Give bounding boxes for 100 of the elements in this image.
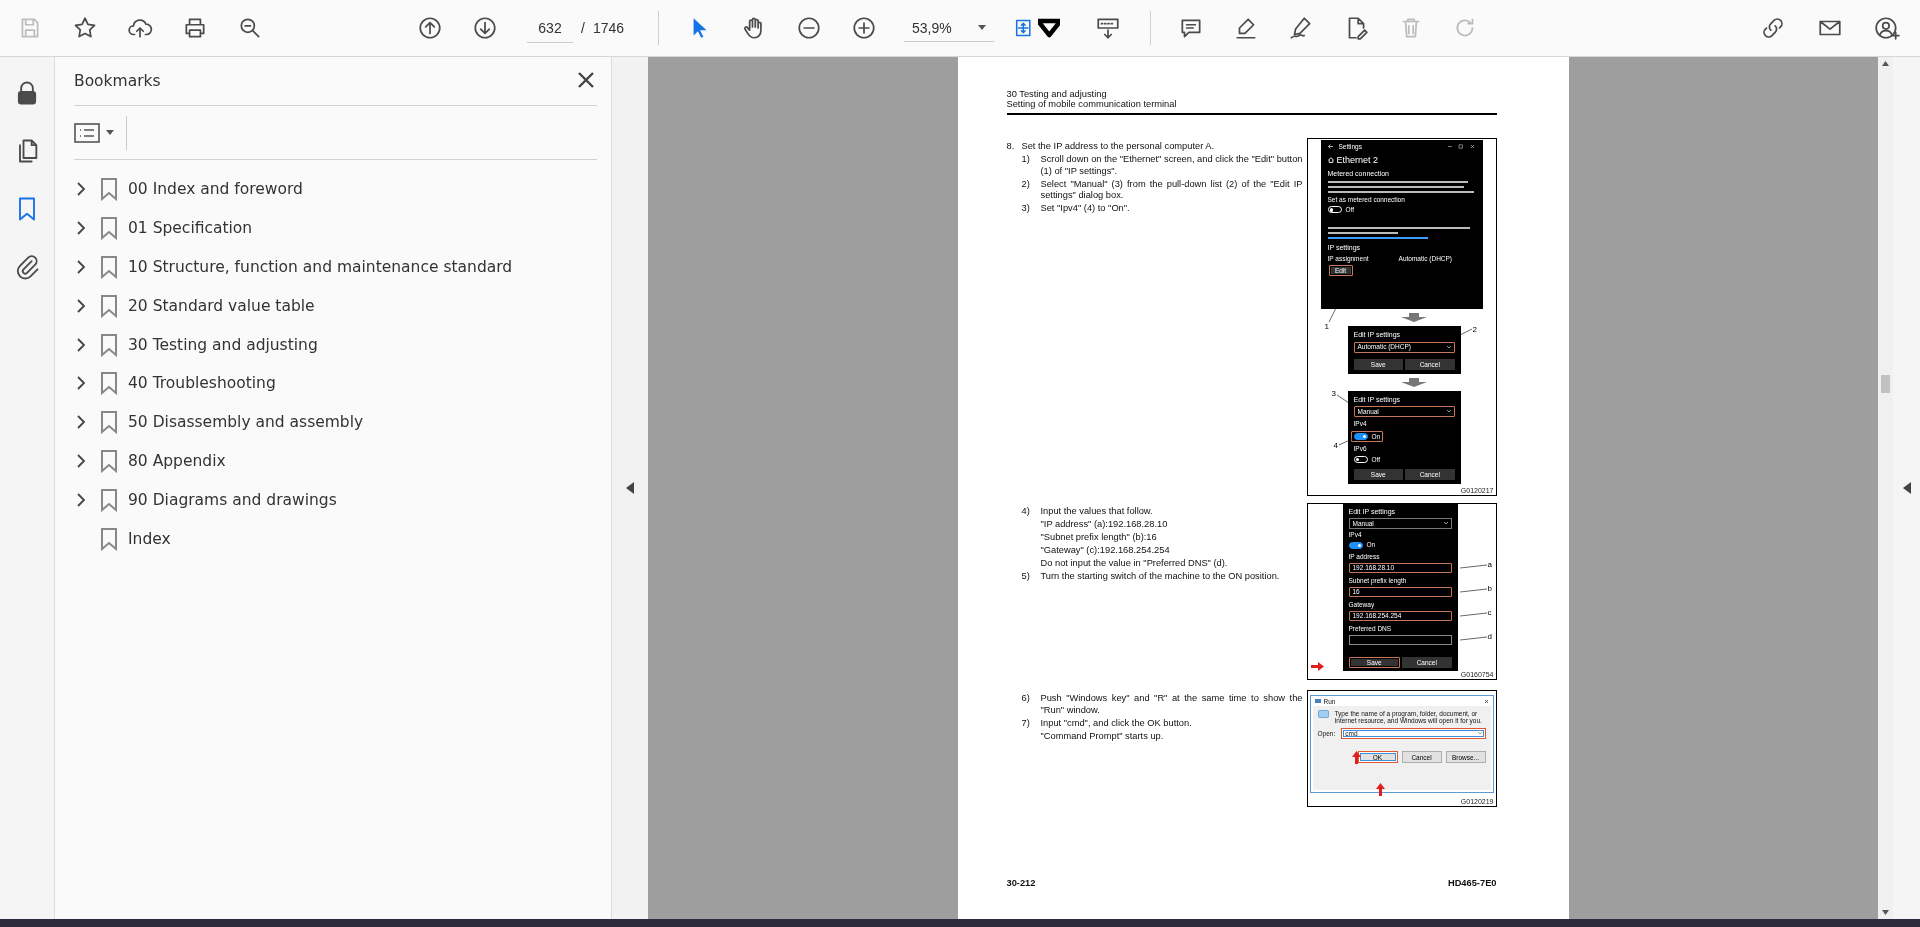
page-number: 30-212	[1006, 877, 1036, 889]
instruction-text: "Command Prompt" starts up.	[1039, 730, 1165, 742]
scroll-down-icon[interactable]	[1882, 910, 1889, 915]
zoom-out-icon[interactable]	[796, 15, 823, 41]
leader-line	[1459, 588, 1487, 593]
step-number: 3)	[1021, 203, 1031, 215]
options-icon[interactable]	[74, 121, 100, 144]
leader-line	[1459, 564, 1487, 569]
pointer-arrow-icon	[1375, 783, 1385, 796]
caret-icon[interactable]	[106, 130, 114, 135]
bookmark-icon	[100, 177, 118, 202]
scrollbar[interactable]	[1878, 57, 1893, 919]
instruction-text: Scroll down on the "Ethernet" screen, and click the "Edit" button (1) of "IP settings".	[1040, 154, 1303, 177]
page-heading: Ethernet 2	[1336, 154, 1379, 165]
bookmark-icon	[100, 410, 118, 435]
back-arrow-icon	[1327, 144, 1333, 150]
pointer-arrow-icon	[1351, 751, 1361, 764]
home-icon	[1327, 156, 1334, 163]
chevron-icon[interactable]	[74, 181, 88, 198]
bookmark-icon	[100, 332, 118, 357]
bookmark-item[interactable]: 10 Structure, function and maintenance standard	[128, 258, 513, 276]
down-arrow-icon	[1400, 313, 1427, 322]
chevron-icon[interactable]	[74, 220, 88, 237]
scrollbar-thumb[interactable]	[1881, 375, 1890, 393]
callout-letter: d	[1487, 632, 1492, 641]
run-icon	[1314, 699, 1321, 703]
bookmark-item[interactable]: 20 Standard value table	[128, 296, 315, 315]
link-icon[interactable]	[1760, 15, 1786, 41]
instruction-text: Select "Manual" (3) from the pull-down list (2) of the "Edit IP settings" dialog box.	[1040, 178, 1303, 202]
step-number: 2)	[1021, 178, 1031, 191]
instruction-text: "Subnet prefix length" (b):16	[1039, 532, 1158, 544]
step-number: 6)	[1021, 693, 1031, 705]
callout-letter: b	[1487, 584, 1492, 593]
bookmark-item[interactable]: 50 Disassembly and assembly	[128, 413, 364, 432]
callout-number: 4	[1333, 441, 1338, 450]
callout-number: 1	[1324, 322, 1329, 331]
callout-letter: a	[1487, 560, 1492, 569]
step-number: 7)	[1021, 717, 1031, 729]
step-number: 1)	[1021, 154, 1031, 166]
user-icon[interactable]	[1874, 15, 1900, 41]
printer-icon[interactable]	[182, 15, 208, 41]
chevron-icon[interactable]	[74, 259, 88, 275]
window-controls-icon	[1445, 144, 1476, 150]
chevron-down-icon	[1477, 732, 1482, 735]
chevron-icon[interactable]	[74, 452, 88, 469]
callout-number: 2	[1472, 325, 1477, 334]
collapse-panel-icon[interactable]	[626, 482, 634, 494]
chevron-icon[interactable]	[74, 297, 88, 314]
chevron-icon[interactable]	[74, 491, 88, 508]
page-header: 30 Testing and adjusting	[1006, 89, 1108, 99]
instruction-text: "Gateway" (c):192.168.254.254	[1039, 545, 1171, 557]
chevron-icon[interactable]	[74, 336, 88, 353]
chevron-down-icon	[1446, 345, 1451, 349]
instruction-text: Push "Windows key" and "R" at the same time to show the "Run" window.	[1040, 693, 1303, 716]
chevron-down-icon	[1443, 522, 1448, 525]
keyboard-icon[interactable]	[1095, 15, 1122, 41]
bookmark-icon	[100, 526, 118, 551]
bookmark-icon	[100, 487, 118, 512]
leader-line	[1459, 636, 1487, 641]
bookmark-icon	[100, 293, 118, 318]
instruction-text: "IP address" (a):192.168.28.10	[1039, 519, 1169, 531]
chevron-icon[interactable]	[74, 414, 88, 431]
close-icon	[1483, 698, 1489, 704]
run-program-icon	[1317, 710, 1329, 718]
bookmark-icon	[100, 448, 118, 473]
bookmark-icon	[100, 371, 118, 396]
bookmark-item[interactable]: 30 Testing and adjusting	[128, 335, 318, 354]
bookmark-item[interactable]: 80 Appendix	[128, 451, 226, 470]
bookmark-item[interactable]: Index	[128, 529, 171, 548]
instruction-text: Input "cmd", and click the OK button.	[1040, 717, 1192, 729]
down-arrow-icon	[1400, 377, 1427, 387]
model-number: HD465-7E0	[1447, 877, 1497, 889]
panel-title: Bookmarks	[74, 72, 161, 90]
callout-number: 3	[1331, 389, 1336, 398]
step-number: 8.	[1006, 141, 1016, 153]
bookmark-item[interactable]: 01 Specification	[128, 219, 253, 238]
leader-line	[1459, 612, 1487, 617]
close-icon[interactable]	[577, 70, 595, 89]
pointer-arrow-icon	[1310, 662, 1324, 671]
bookmark-item[interactable]: 40 Troubleshooting	[128, 374, 276, 393]
page-total: 1746	[592, 20, 625, 36]
chevron-icon[interactable]	[74, 375, 88, 392]
callout-letter: c	[1487, 608, 1492, 617]
expand-panel-icon[interactable]	[1902, 482, 1911, 494]
chevron-down-icon	[1446, 410, 1451, 413]
caret-icon[interactable]	[978, 25, 987, 30]
step-number: 5)	[1021, 571, 1031, 583]
instruction-text: Set "Ipv4" (4) to "On".	[1040, 203, 1130, 215]
bookmark-item[interactable]: 00 Index and foreword	[128, 180, 303, 199]
step-number: 4)	[1021, 506, 1031, 518]
bookmark-icon	[100, 216, 118, 241]
instruction-text: Turn the starting switch of the machine to the ON position.	[1040, 571, 1280, 583]
page-header: Setting of mobile communication terminal	[1006, 99, 1178, 109]
zoom-in-icon[interactable]	[851, 15, 878, 41]
zoom-dropdown[interactable]: 53,9%	[904, 14, 995, 42]
instruction-text: Input the values that follow.	[1040, 506, 1153, 518]
scroll-up-icon[interactable]	[1882, 61, 1889, 66]
bookmark-item[interactable]: 90 Diagrams and drawings	[128, 490, 337, 509]
page-number-field[interactable]: 632	[527, 13, 573, 43]
bookmark-icon	[100, 255, 118, 279]
